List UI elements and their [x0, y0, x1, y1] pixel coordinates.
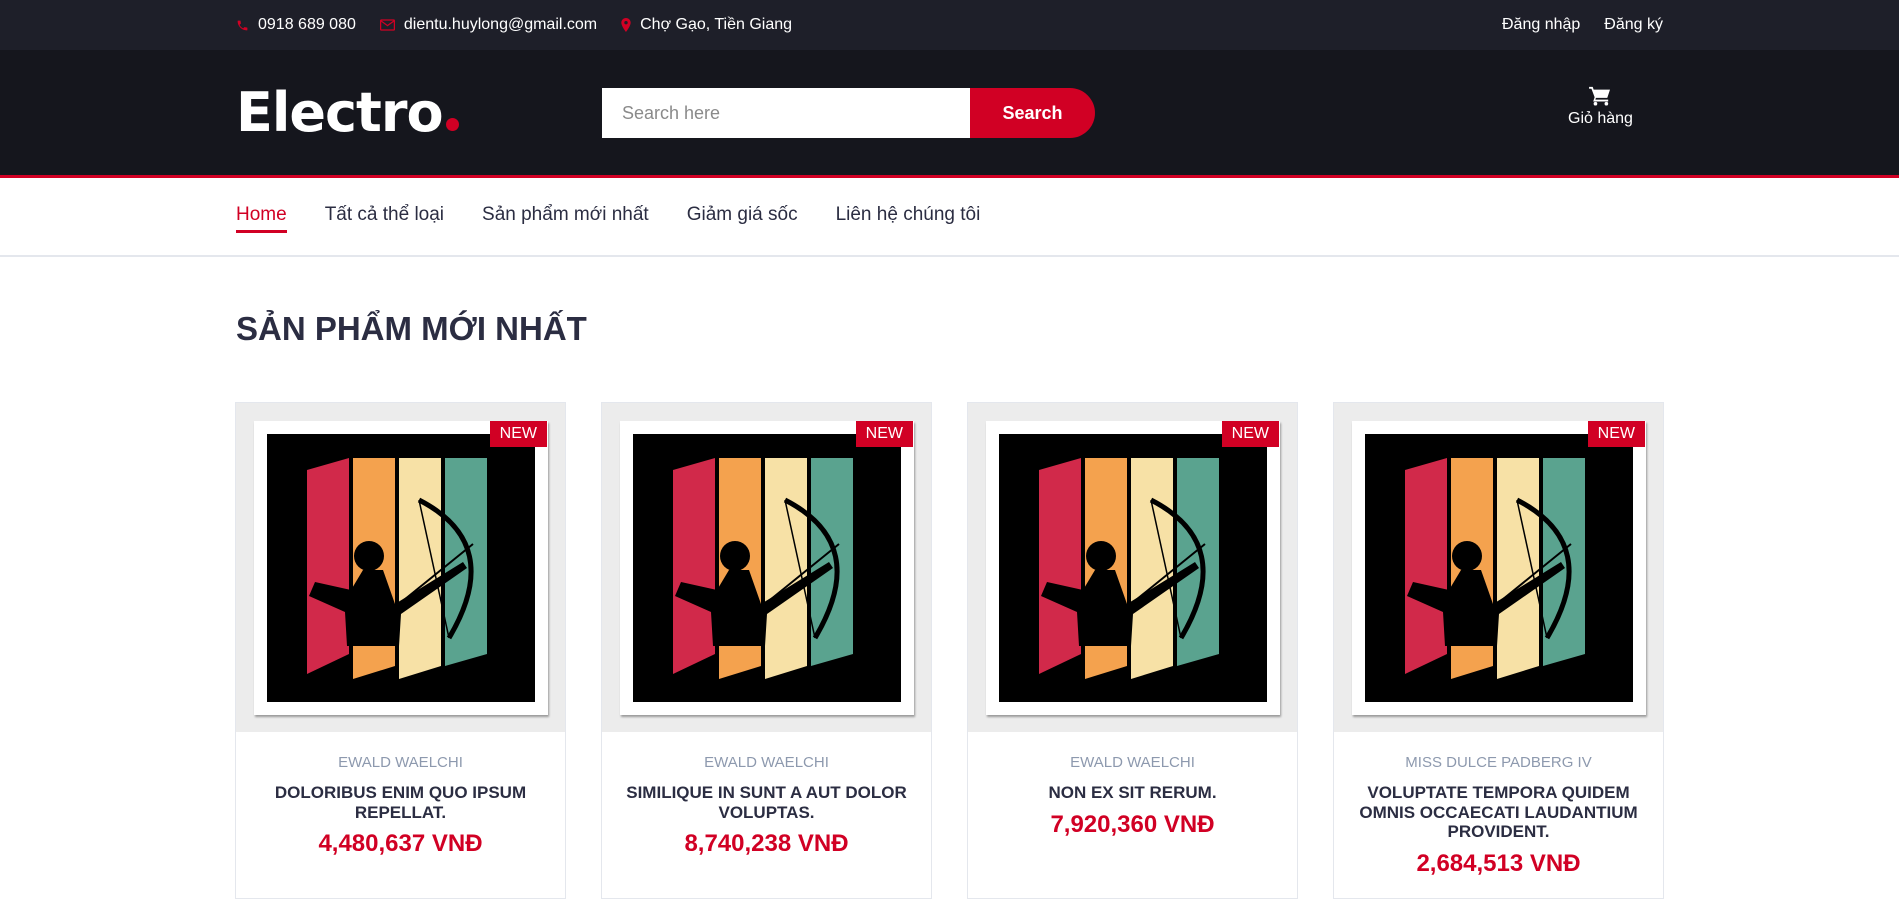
nav-item-all-categories[interactable]: Tất cả thể loại: [325, 204, 444, 230]
new-badge: NEW: [1587, 421, 1645, 447]
login-link[interactable]: Đăng nhập: [1502, 16, 1580, 34]
main-navigation: Home Tất cả thể loại Sản phẩm mới nhất G…: [0, 178, 1899, 257]
contact-info: 0918 689 080 dientu.huylong@gmail.com Ch…: [236, 16, 816, 34]
product-card[interactable]: NEW EWALD WAELCHI SIMILIQUE IN SUNT A AU…: [601, 402, 932, 899]
archer-artwork: [632, 433, 901, 702]
email-address: dientu.huylong@gmail.com: [403, 16, 598, 33]
top-bar: 0918 689 080 dientu.huylong@gmail.com Ch…: [0, 0, 1899, 50]
product-body: EWALD WAELCHI NON EX SIT RERUM. 7,920,36…: [968, 732, 1297, 859]
product-name[interactable]: NON EX SIT RERUM.: [984, 783, 1281, 803]
nav-item-newest-products[interactable]: Sản phẩm mới nhất: [482, 204, 649, 230]
product-image[interactable]: [1351, 420, 1646, 715]
logo-dot: [445, 118, 459, 131]
new-badge: NEW: [489, 421, 547, 447]
product-card[interactable]: NEW EWALD WAELCHI NON EX SIT RERUM. 7,92…: [967, 402, 1298, 899]
product-name[interactable]: VOLUPTATE TEMPORA QUIDEM OMNIS OCCAECATI…: [1350, 783, 1647, 842]
product-price: 8,740,238 VNĐ: [684, 830, 849, 858]
product-name[interactable]: SIMILIQUE IN SUNT A AUT DOLOR VOLUPTAS.: [618, 783, 915, 822]
shopping-cart-icon: [1589, 86, 1611, 108]
product-image-area[interactable]: NEW: [1334, 403, 1663, 732]
product-brand: EWALD WAELCHI: [338, 754, 463, 771]
cart-label: Giỏ hàng: [1568, 110, 1633, 127]
envelope-icon: [379, 19, 395, 31]
new-badge: NEW: [855, 421, 913, 447]
product-brand: EWALD WAELCHI: [704, 754, 829, 771]
map-marker-icon: [621, 18, 631, 32]
archer-artwork: [1364, 433, 1633, 702]
product-image[interactable]: [619, 420, 914, 715]
archer-artwork: [998, 433, 1267, 702]
product-list: NEW EWALD WAELCHI DOLORIBUS ENIM QUO IPS…: [235, 402, 1699, 899]
product-body: EWALD WAELCHI SIMILIQUE IN SUNT A AUT DO…: [602, 732, 931, 878]
search-form: Search: [602, 88, 1095, 138]
product-card[interactable]: NEW MISS DULCE PADBERG IV VOLUPTATE TEMP…: [1333, 402, 1664, 899]
phone-icon: [236, 19, 249, 32]
product-price: 4,480,637 VNĐ: [318, 830, 483, 858]
phone-number: 0918 689 080: [258, 16, 356, 33]
product-image[interactable]: [985, 420, 1280, 715]
nav-item-hot-deals[interactable]: Giảm giá sốc: [687, 204, 798, 230]
cart-button[interactable]: Giỏ hàng: [1568, 86, 1633, 128]
email-contact[interactable]: dientu.huylong@gmail.com: [379, 16, 598, 34]
product-card[interactable]: NEW EWALD WAELCHI DOLORIBUS ENIM QUO IPS…: [235, 402, 566, 899]
product-image-area[interactable]: NEW: [602, 403, 931, 732]
product-image-area[interactable]: NEW: [968, 403, 1297, 732]
nav-item-home[interactable]: Home: [236, 204, 287, 233]
new-badge: NEW: [1221, 421, 1279, 447]
product-body: EWALD WAELCHI DOLORIBUS ENIM QUO IPSUM R…: [236, 732, 565, 878]
product-brand: MISS DULCE PADBERG IV: [1405, 754, 1592, 771]
main-header: Electro Search Giỏ hàng: [0, 50, 1899, 175]
product-image-area[interactable]: NEW: [236, 403, 565, 732]
product-name[interactable]: DOLORIBUS ENIM QUO IPSUM REPELLAT.: [252, 783, 549, 822]
search-button[interactable]: Search: [970, 88, 1095, 138]
product-price: 2,684,513 VNĐ: [1416, 849, 1581, 877]
logo-text: Electro: [236, 81, 444, 144]
product-brand: EWALD WAELCHI: [1070, 754, 1195, 771]
phone-contact[interactable]: 0918 689 080: [236, 16, 356, 34]
address-contact[interactable]: Chợ Gạo, Tiền Giang: [621, 16, 792, 34]
product-image[interactable]: [253, 420, 548, 715]
address-text: Chợ Gạo, Tiền Giang: [640, 16, 793, 33]
product-price: 7,920,360 VNĐ: [1050, 810, 1215, 838]
nav-item-contact[interactable]: Liên hệ chúng tôi: [836, 204, 981, 230]
product-body: MISS DULCE PADBERG IV VOLUPTATE TEMPORA …: [1334, 732, 1663, 898]
archer-artwork: [266, 433, 535, 702]
account-links: Đăng nhập Đăng ký: [1478, 16, 1663, 34]
register-link[interactable]: Đăng ký: [1604, 16, 1663, 34]
section-title: SẢN PHẨM MỚI NHẤT: [236, 310, 587, 347]
site-logo[interactable]: Electro: [236, 81, 459, 144]
search-input[interactable]: [602, 88, 970, 138]
